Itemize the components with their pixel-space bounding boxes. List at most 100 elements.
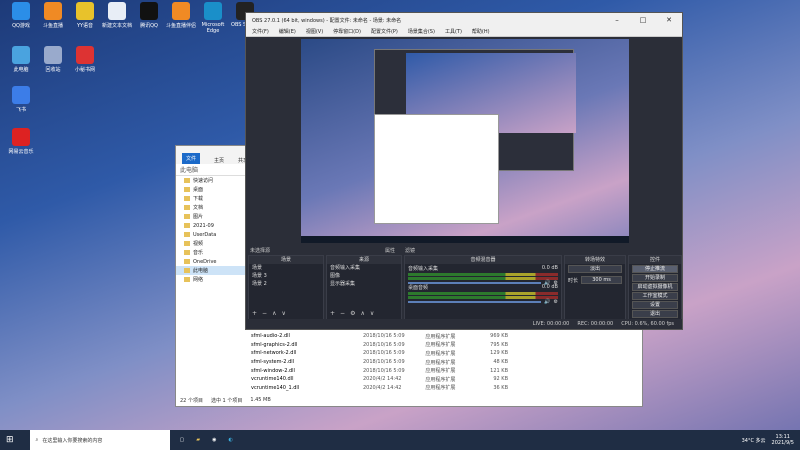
desktop-icon[interactable]: 斗鱼直播伴侣 <box>164 2 198 29</box>
gear-icon[interactable]: ⚙ <box>554 299 558 305</box>
windows-start-icon[interactable]: ⊞ <box>6 435 14 445</box>
folder-icon <box>184 241 190 246</box>
menu-item[interactable]: 配置文件(P) <box>371 28 398 35</box>
taskbar-search[interactable]: ⌕ 在这里输入你要搜索的内容 <box>29 430 170 450</box>
desktop-icon[interactable]: YY语音 <box>68 2 102 29</box>
control-button[interactable]: 退出 <box>632 310 678 318</box>
list-item[interactable]: 音频输入采集 <box>327 264 401 272</box>
desktop-icon[interactable]: 此电脑 <box>4 46 38 73</box>
duration-input[interactable]: 300 ms <box>581 276 622 284</box>
desktop-icon[interactable]: 飞书 <box>4 86 38 113</box>
nav-item[interactable]: OneDrive <box>176 257 246 266</box>
task-view-icon[interactable]: ▢ <box>180 437 185 443</box>
obs-taskbar-icon[interactable]: ◉ <box>212 437 216 443</box>
mixer-track: 桌面音频 0.0 dB 🔊 ⚙ <box>405 283 561 305</box>
nav-item[interactable]: 桌面 <box>176 185 246 194</box>
list-item[interactable]: 场景 2 <box>249 280 323 288</box>
menu-item[interactable]: 编辑(E) <box>279 28 296 35</box>
list-item[interactable]: 场景 3 <box>249 272 323 280</box>
address-text: 此电脑 <box>180 167 199 174</box>
transition-select[interactable]: 淡出 <box>568 265 622 273</box>
nav-item[interactable]: 2021-09 <box>176 221 246 230</box>
menu-item[interactable]: 停靠窗口(D) <box>333 28 361 35</box>
desktop-icon-label: 飞书 <box>15 107 26 113</box>
controls-header: 控件 <box>629 256 681 264</box>
file-type: 应用程序扩展 <box>425 342 456 349</box>
remove-scene-icon[interactable]: − <box>262 310 267 317</box>
file-row[interactable]: sfml-network-2.dll 2018/10/16 5:09 应用程序扩展 1… <box>248 349 508 358</box>
app-icon <box>12 46 30 64</box>
app-icon <box>12 128 30 146</box>
file-row[interactable]: sfml-graphics-2.dll 2018/10/16 5:09 应用程序扩展… <box>248 341 508 350</box>
file-row[interactable]: sfml-window-2.dll 2018/10/16 5:09 应用程序扩展 12… <box>248 366 508 375</box>
add-scene-icon[interactable]: + <box>252 310 257 317</box>
volume-slider[interactable] <box>408 301 542 303</box>
source-down-icon[interactable]: ∨ <box>370 310 374 317</box>
obs-menubar: 文件(F) 编辑(E) 视图(V) 停靠窗口(D) 配置文件(P) 场景集合(S) 工具(T… <box>246 27 682 37</box>
menu-item[interactable]: 文件(F) <box>252 28 269 35</box>
menu-item[interactable]: 场景集合(S) <box>408 28 435 35</box>
control-button[interactable]: 开始录制 <box>632 274 678 282</box>
desktop-icon[interactable]: 腾讯QQ <box>132 2 166 29</box>
file-date: 2018/10/16 5:09 <box>362 350 405 357</box>
nav-item[interactable]: 快速访问 <box>176 176 246 185</box>
desktop-icon[interactable]: 网易云音乐 <box>4 128 38 155</box>
list-item[interactable]: 显示器采集 <box>327 280 401 288</box>
maximize-icon[interactable]: □ <box>630 16 656 24</box>
folder-taskbar-icon[interactable]: ▰ <box>196 437 200 443</box>
file-row[interactable]: sfml-system-2.dll 2018/10/16 5:09 应用程序扩展 48… <box>248 358 508 367</box>
control-button[interactable]: 停止推流 <box>632 265 678 273</box>
file-tab[interactable]: 文件 <box>182 153 201 164</box>
gear-icon[interactable]: ⚙ <box>350 310 355 317</box>
file-row[interactable]: sfml-audio-2.dll 2018/10/16 5:09 应用程序扩展 969… <box>248 332 508 341</box>
desktop-icon[interactable]: Microsoft Edge <box>196 2 230 34</box>
scenes-header: 场景 <box>249 256 323 264</box>
list-item[interactable]: 场景 <box>249 264 323 272</box>
weather-text[interactable]: 34°C 多云 <box>742 437 766 444</box>
nav-item[interactable]: 音乐 <box>176 248 246 257</box>
nav-item-label: UserData <box>193 231 217 238</box>
file-row[interactable]: vcruntime140.dll 2020/4/2 14:42 应用程序扩展 92 K… <box>248 375 508 384</box>
add-source-icon[interactable]: + <box>330 310 335 317</box>
control-button[interactable]: 设置 <box>632 301 678 309</box>
nav-item[interactable]: 网络 <box>176 275 246 284</box>
source-up-icon[interactable]: ∧ <box>360 310 364 317</box>
close-icon[interactable]: ✕ <box>656 16 682 24</box>
edge-taskbar-icon[interactable]: ◐ <box>229 437 233 443</box>
desktop-icon[interactable]: QQ游戏 <box>4 2 38 29</box>
nav-item[interactable]: 文档 <box>176 203 246 212</box>
control-button[interactable]: 启动虚拟摄像机 <box>632 283 678 291</box>
list-item[interactable]: 图像 <box>327 272 401 280</box>
nav-item[interactable]: UserData <box>176 230 246 239</box>
move-down-icon[interactable]: ∨ <box>281 310 285 317</box>
menu-item[interactable]: 视图(V) <box>306 28 323 35</box>
app-icon <box>204 2 222 20</box>
clock[interactable]: 13:11 2021/9/5 <box>772 434 794 446</box>
transitions-header: 转场特效 <box>565 256 625 264</box>
menu-item[interactable]: 帮助(H) <box>472 28 490 35</box>
home-tab[interactable]: 主页 <box>214 157 224 164</box>
file-name: sfml-window-2.dll <box>251 367 295 374</box>
nav-item[interactable]: 视频 <box>176 239 246 248</box>
desktop-icon[interactable]: 回收站 <box>36 46 70 73</box>
minimize-icon[interactable]: – <box>604 16 630 24</box>
search-placeholder: 在这里输入你要搜索的内容 <box>42 437 103 444</box>
folder-icon <box>184 214 190 219</box>
desktop-icon[interactable]: 斗鱼直播 <box>36 2 70 29</box>
move-up-icon[interactable]: ∧ <box>272 310 276 317</box>
obs-window[interactable]: OBS 27.0.1 (64 bit, windows) - 配置文件: 未命名… <box>245 12 683 330</box>
file-row[interactable]: vcruntime140_1.dll 2020/4/2 14:42 应用程序扩展 36… <box>248 384 508 393</box>
item-count: 22 个项目 <box>180 398 203 404</box>
properties-button[interactable]: 属性 <box>385 247 395 254</box>
obs-preview[interactable] <box>301 39 629 243</box>
control-button[interactable]: 工作室模式 <box>632 292 678 300</box>
nav-item[interactable]: 此电脑 <box>176 266 246 275</box>
desktop-icon[interactable]: 新建文本文档 <box>100 2 134 29</box>
desktop-icon[interactable]: 小秘书网 <box>68 46 102 73</box>
remove-source-icon[interactable]: − <box>340 310 345 317</box>
menu-item[interactable]: 工具(T) <box>445 28 462 35</box>
nav-item[interactable]: 图片 <box>176 212 246 221</box>
nav-item[interactable]: 下载 <box>176 194 246 203</box>
filters-button[interactable]: 滤镜 <box>405 247 415 254</box>
speaker-icon[interactable]: 🔊 <box>544 299 550 305</box>
